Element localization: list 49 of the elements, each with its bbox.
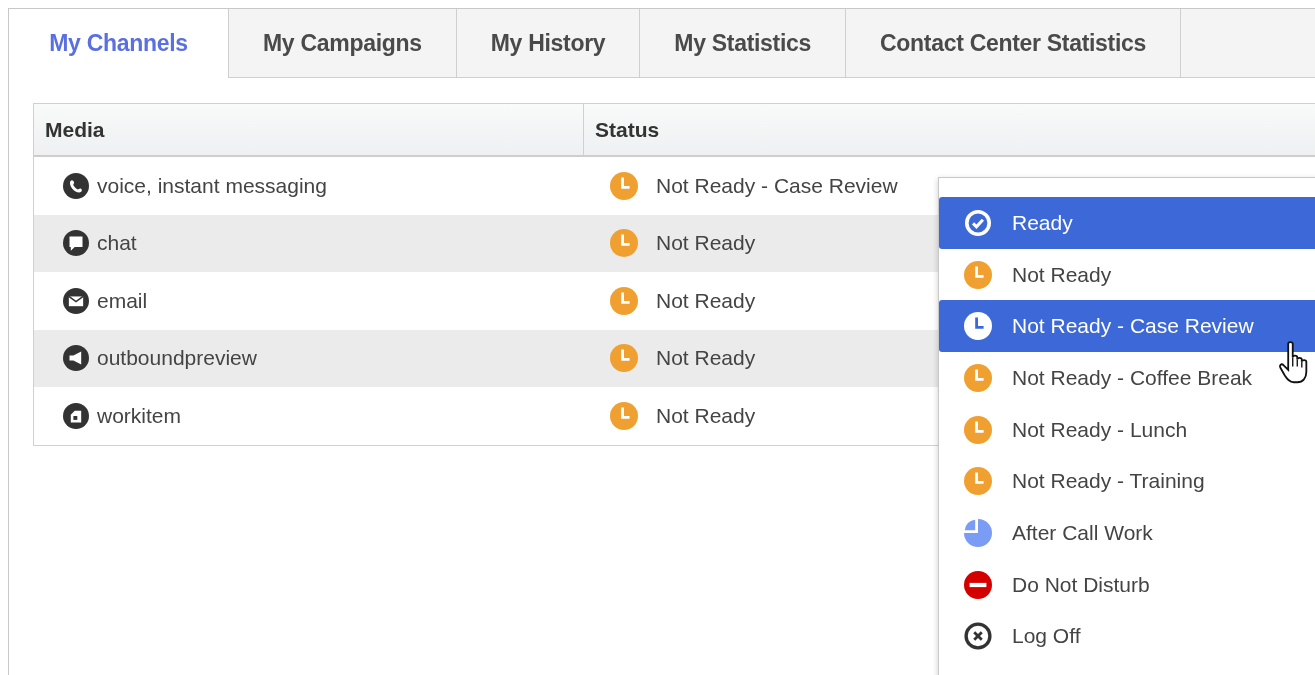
menu-item[interactable]: Not Ready - Coffee Break bbox=[939, 352, 1315, 404]
media-name: voice, instant messaging bbox=[97, 173, 327, 198]
media-name: chat bbox=[97, 231, 137, 256]
envelope-icon bbox=[63, 287, 89, 314]
clock-icon bbox=[610, 344, 638, 373]
clock-icon bbox=[610, 229, 638, 258]
clock-icon bbox=[964, 312, 992, 341]
menu-item[interactable]: Not Ready bbox=[939, 248, 1315, 301]
menu-item[interactable]: Not Ready - Case Review bbox=[939, 300, 1315, 353]
table-row[interactable]: voice, instant messaging Not Ready - Case Review bbox=[34, 157, 939, 215]
media-name: outboundpreview bbox=[97, 346, 257, 371]
pie-icon bbox=[964, 518, 992, 547]
check-circle-icon bbox=[964, 208, 992, 237]
menu-item[interactable]: Log Off bbox=[939, 610, 1315, 663]
media-name: workitem bbox=[97, 403, 181, 428]
status-text: Not Ready - Case Review bbox=[656, 173, 898, 198]
no-entry-icon bbox=[964, 570, 992, 599]
clock-icon bbox=[610, 401, 638, 430]
clock-icon bbox=[964, 415, 992, 444]
close-circle-icon bbox=[964, 622, 992, 651]
phone-icon bbox=[63, 172, 89, 199]
menu-item[interactable]: Ready bbox=[939, 197, 1315, 249]
status-text: Not Ready bbox=[656, 346, 756, 371]
tab[interactable]: My Campaigns bbox=[229, 9, 457, 78]
clock-icon bbox=[964, 363, 992, 392]
tab[interactable]: Contact Center Statistics bbox=[846, 9, 1182, 78]
chat-bubble-icon bbox=[63, 230, 89, 257]
column-header[interactable]: Media bbox=[34, 104, 584, 155]
table-row[interactable]: chat Not Ready bbox=[34, 214, 939, 272]
megaphone-icon bbox=[63, 345, 89, 372]
tab[interactable]: My Statistics bbox=[640, 9, 847, 78]
menu-item[interactable]: Not Ready - Training bbox=[939, 455, 1315, 508]
status-text: Not Ready bbox=[656, 231, 756, 256]
menu-item[interactable]: After Call Work bbox=[939, 507, 1315, 559]
media-name: email bbox=[97, 288, 148, 313]
status-text: Not Ready bbox=[656, 288, 756, 313]
clock-icon bbox=[610, 286, 638, 315]
table-row[interactable]: workitem Not Ready bbox=[34, 387, 939, 445]
menu-item[interactable]: Not Ready - Lunch bbox=[939, 403, 1315, 456]
menu-item[interactable]: Do Not Disturb bbox=[939, 558, 1315, 611]
column-header[interactable]: Status bbox=[584, 104, 1315, 155]
tab[interactable]: My History bbox=[456, 9, 641, 78]
table-row[interactable]: email Not Ready bbox=[34, 272, 939, 330]
clock-icon bbox=[964, 260, 992, 289]
table-row[interactable]: outboundpreview Not Ready bbox=[34, 329, 939, 387]
status-text: Not Ready bbox=[656, 403, 756, 428]
clock-icon bbox=[610, 171, 638, 200]
document-icon bbox=[63, 402, 89, 429]
clock-icon bbox=[964, 467, 992, 496]
